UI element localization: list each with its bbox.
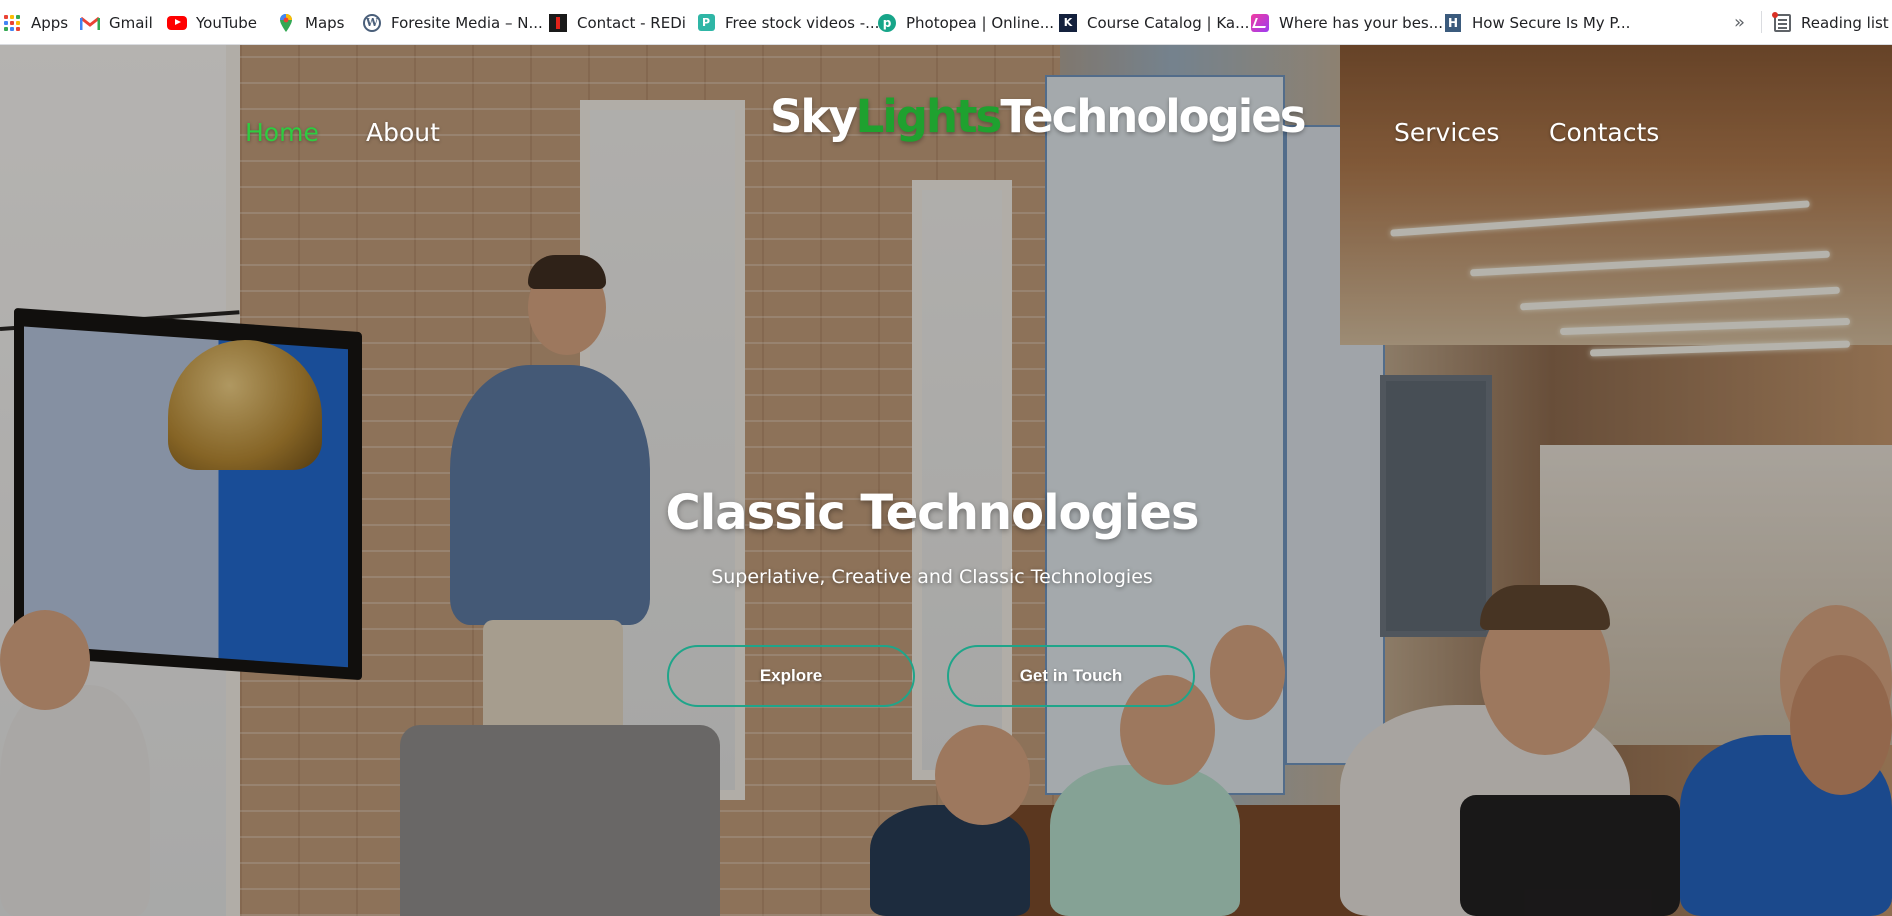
hero-title: Classic Technologies (665, 485, 1200, 541)
nav-link-home[interactable]: Home (245, 118, 319, 147)
bookmark-course-catalog[interactable]: K Course Catalog | Ka... (1058, 0, 1249, 45)
redi-icon (548, 13, 568, 33)
nav-link-contacts[interactable]: Contacts (1549, 118, 1659, 147)
logo-text-sky: Sky (770, 90, 858, 143)
bookmark-label: Apps (31, 13, 69, 32)
bookmark-label: Photopea | Online... (906, 13, 1055, 32)
logo-text-lights: Lights (855, 90, 1003, 143)
how-secure-icon: H (1443, 13, 1463, 33)
logo-text-technologies: Technologies (1000, 90, 1306, 143)
bookmark-where-has-your-best[interactable]: Where has your bes... (1250, 0, 1443, 45)
gmail-icon (80, 13, 100, 33)
bookmark-foresite-media[interactable]: W Foresite Media – N... (362, 0, 543, 45)
reading-list-button[interactable]: Reading list (1771, 0, 1889, 45)
bookmark-free-stock-videos[interactable]: P Free stock videos -... (696, 0, 879, 45)
bookmark-photopea[interactable]: p Photopea | Online... (877, 0, 1054, 45)
photopea-icon: p (877, 13, 897, 33)
apps-grid-icon (2, 13, 22, 33)
bookmark-label: How Secure Is My P... (1472, 13, 1631, 32)
bookmark-maps[interactable]: Maps (276, 0, 344, 45)
bookmarks-overflow-chevron-icon[interactable]: » (1734, 0, 1745, 45)
music-icon (1250, 13, 1270, 33)
bookmark-label: Free stock videos -... (725, 13, 880, 32)
maps-icon (276, 13, 296, 33)
nav-link-services[interactable]: Services (1394, 118, 1499, 147)
reading-list-icon (1771, 11, 1792, 33)
bookmark-label: Maps (305, 13, 345, 32)
hero-section (0, 45, 1892, 916)
bookmark-label: Course Catalog | Ka... (1087, 13, 1250, 32)
nav-link-about[interactable]: About (366, 118, 440, 147)
bookmark-label: Contact - REDi (577, 13, 686, 32)
explore-button[interactable]: Explore (667, 645, 915, 707)
reading-list-label: Reading list (1801, 13, 1889, 32)
bookmark-gmail[interactable]: Gmail (80, 0, 153, 45)
hero-subtitle: Superlative, Creative and Classic Techno… (711, 566, 1153, 588)
wordpress-icon: W (362, 13, 382, 33)
bookmark-how-secure[interactable]: H How Secure Is My P... (1443, 0, 1630, 45)
bookmark-apps[interactable]: Apps (2, 0, 68, 45)
bookmark-label: YouTube (196, 13, 257, 32)
site-logo[interactable]: SkyLightsTechnologies (770, 90, 1307, 143)
bookmark-youtube[interactable]: YouTube (167, 0, 257, 45)
bookmark-label: Foresite Media – N... (391, 13, 543, 32)
bookmark-contact-redi[interactable]: Contact - REDi (548, 0, 686, 45)
course-catalog-icon: K (1058, 13, 1078, 33)
bookmark-label: Gmail (109, 13, 153, 32)
bookmark-label: Where has your bes... (1279, 13, 1444, 32)
bookmarks-divider (1761, 11, 1762, 33)
bookmarks-bar: Apps Gmail YouTube Maps W Foresite Media… (0, 0, 1892, 45)
get-in-touch-button[interactable]: Get in Touch (947, 645, 1195, 707)
youtube-icon (167, 13, 187, 33)
stock-videos-icon: P (696, 13, 716, 33)
